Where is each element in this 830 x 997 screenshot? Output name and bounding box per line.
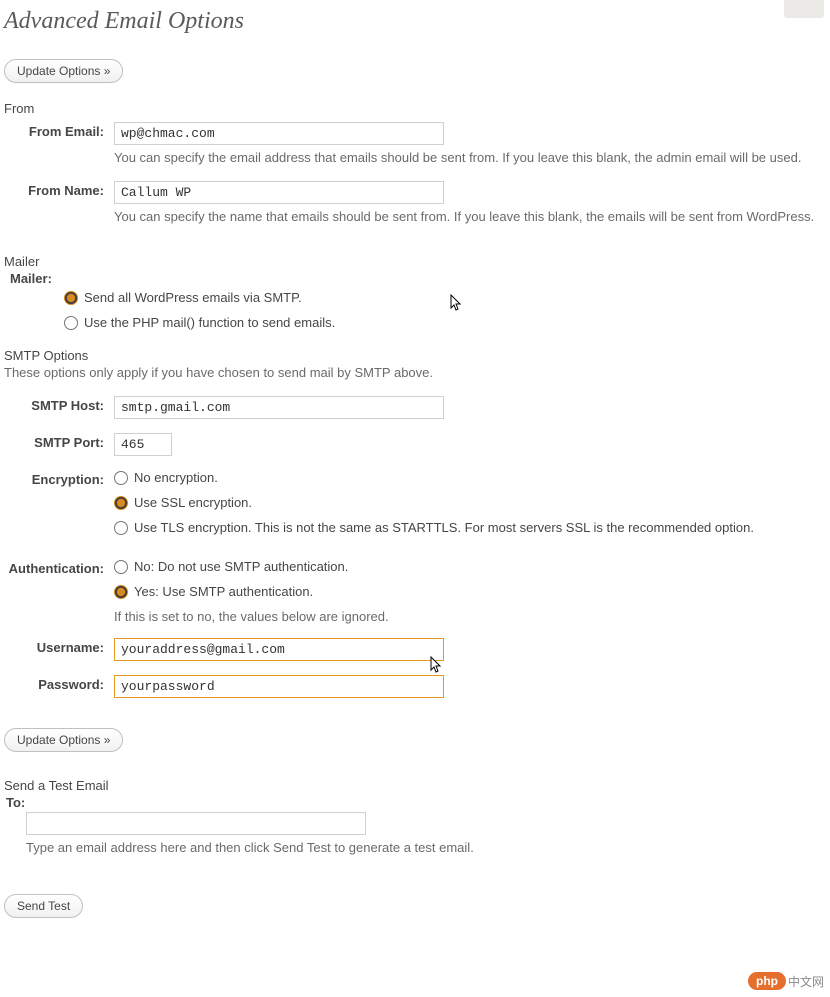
from-heading: From <box>4 101 826 116</box>
smtp-port-label: SMTP Port: <box>4 429 114 466</box>
enc-tls-label: Use TLS encryption. This is not the same… <box>134 520 754 535</box>
auth-yes-label: Yes: Use SMTP authentication. <box>134 584 313 599</box>
from-email-input[interactable] <box>114 122 444 145</box>
mailer-smtp-radio[interactable] <box>64 291 78 305</box>
smtp-heading: SMTP Options <box>4 348 826 363</box>
mailer-label: Mailer: <box>4 271 826 286</box>
mailer-heading: Mailer <box>4 254 826 269</box>
test-desc: Type an email address here and then clic… <box>26 839 826 857</box>
smtp-port-input[interactable] <box>114 433 172 456</box>
from-name-label: From Name: <box>4 177 114 236</box>
username-input[interactable] <box>114 638 444 661</box>
mailer-php-label: Use the PHP mail() function to send emai… <box>84 315 335 330</box>
watermark-pill: php <box>748 972 786 990</box>
auth-no-label: No: Do not use SMTP authentication. <box>134 559 348 574</box>
test-to-input[interactable] <box>26 812 366 835</box>
from-name-input[interactable] <box>114 181 444 204</box>
smtp-note: These options only apply if you have cho… <box>4 365 826 380</box>
username-label: Username: <box>4 634 114 671</box>
enc-none-label: No encryption. <box>134 470 218 485</box>
auth-yes-radio[interactable] <box>114 585 128 599</box>
auth-no-radio[interactable] <box>114 560 128 574</box>
from-email-label: From Email: <box>4 118 114 177</box>
test-heading: Send a Test Email <box>4 778 826 793</box>
watermark-text: 中文网 <box>788 973 824 990</box>
enc-none-radio[interactable] <box>114 471 128 485</box>
smtp-host-label: SMTP Host: <box>4 392 114 429</box>
password-input[interactable] <box>114 675 444 698</box>
enc-tls-radio[interactable] <box>114 521 128 535</box>
auth-note: If this is set to no, the values below a… <box>114 609 826 624</box>
mailer-php-radio[interactable] <box>64 316 78 330</box>
mailer-smtp-label: Send all WordPress emails via SMTP. <box>84 290 302 305</box>
from-name-desc: You can specify the name that emails sho… <box>114 208 826 226</box>
update-options-button-bottom[interactable]: Update Options » <box>4 728 123 752</box>
from-email-desc: You can specify the email address that e… <box>114 149 826 167</box>
encryption-label: Encryption: <box>4 466 114 555</box>
header-badge <box>784 0 824 18</box>
update-options-button-top[interactable]: Update Options » <box>4 59 123 83</box>
enc-ssl-radio[interactable] <box>114 496 128 510</box>
page-title: Advanced Email Options <box>4 4 826 35</box>
password-label: Password: <box>4 671 114 708</box>
smtp-host-input[interactable] <box>114 396 444 419</box>
auth-label: Authentication: <box>4 555 114 634</box>
watermark: php 中文网 <box>748 972 824 990</box>
test-to-label: To: <box>4 795 826 810</box>
send-test-button[interactable]: Send Test <box>4 894 83 918</box>
enc-ssl-label: Use SSL encryption. <box>134 495 252 510</box>
